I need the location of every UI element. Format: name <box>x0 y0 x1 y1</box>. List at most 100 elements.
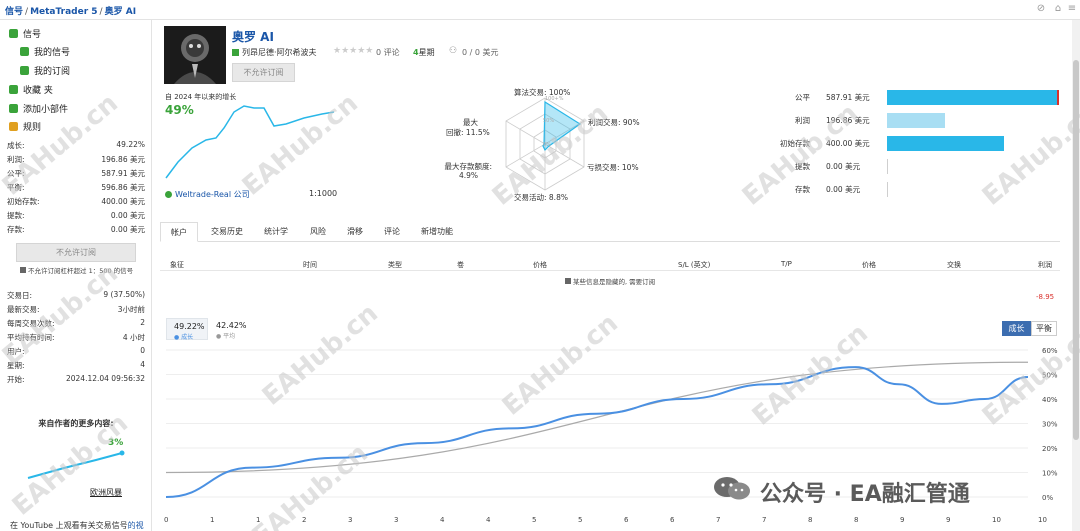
youtube-link[interactable]: 的视 <box>128 521 144 530</box>
y-tick-label: 0% <box>1042 494 1053 502</box>
signal-avatar <box>164 26 226 84</box>
breadcrumb-current[interactable]: 奥罗 AI <box>105 7 136 17</box>
x-tick-label: 7 <box>716 516 720 524</box>
col-type[interactable]: 类型 <box>388 260 402 270</box>
radar-algo-trading: 算法交易: 100% <box>514 88 571 97</box>
sidebar-item-rules[interactable]: 规则 <box>9 119 41 133</box>
info-trades-per-week: 每周交易次数: 2 <box>7 318 145 328</box>
leverage-note: 不允许订阅杠杆超过 1：500 的信号 <box>20 265 133 275</box>
subscription-icon <box>20 65 29 75</box>
bar-label: 公平 <box>795 93 810 102</box>
signal-icon <box>9 28 18 38</box>
bar-value: 0.00 美元 <box>826 162 861 171</box>
radar-loss-trades: 亏损交易: 10% <box>587 163 639 172</box>
col-close-price[interactable]: 价格 <box>862 260 876 270</box>
info-icon <box>20 267 26 273</box>
home-icon[interactable]: ⌂ <box>1052 3 1064 15</box>
col-swap[interactable]: 交换 <box>947 260 961 270</box>
x-tick-label: 10 <box>992 516 1001 524</box>
subscribers-value: 0 / 0 美元 <box>462 48 499 57</box>
x-tick-label: 1 <box>256 516 260 524</box>
x-tick-label: 8 <box>854 516 858 524</box>
profit-total: -8.95 <box>1036 293 1055 301</box>
rules-icon <box>9 121 18 131</box>
footer-brand: 公众号 · EA融汇管通 <box>760 482 970 507</box>
tab-trade-history[interactable]: 交易历史 <box>201 222 253 242</box>
sidebar-item-signals[interactable]: 信号 <box>9 26 41 40</box>
tab-account[interactable]: 帐户 <box>160 222 198 242</box>
legend-average[interactable]: 42.42% ● 平均 <box>212 318 254 340</box>
stat-deposits: 存款: 0.00 美元 <box>7 225 145 234</box>
x-tick-label: 5 <box>578 516 582 524</box>
leverage-value: 1:1000 <box>309 189 338 198</box>
x-tick-label: 9 <box>946 516 950 524</box>
sidebar-item-favorites[interactable]: 收藏 夹 <box>9 82 53 96</box>
header-subscribe-button[interactable]: 不允许订阅 <box>232 63 295 82</box>
radar-deposit-load-value: 4.9% <box>458 171 478 180</box>
col-symbol[interactable]: 象征 <box>170 260 184 270</box>
breadcrumb-signals[interactable]: 信号 <box>5 7 23 17</box>
bar-label: 存款 <box>795 185 810 194</box>
stat-withdrawals: 提款: 0.00 美元 <box>7 211 145 220</box>
broker-icon <box>165 191 172 198</box>
y-tick-label: 30% <box>1042 421 1058 429</box>
bar-fill <box>887 136 1004 151</box>
tab-reviews[interactable]: 评论 <box>374 222 410 242</box>
x-tick-label: 3 <box>348 516 352 524</box>
scrollbar-thumb[interactable] <box>1073 60 1079 440</box>
col-tp[interactable]: T/P <box>781 260 792 268</box>
x-tick-label: 9 <box>900 516 904 524</box>
watermark-text: EAHub.cn <box>976 98 1080 212</box>
scrollbar[interactable] <box>1072 20 1080 531</box>
bar-label: 提款 <box>795 162 810 171</box>
sidebar-subscribe-button[interactable]: 不允许订阅 <box>16 243 136 262</box>
x-tick-label: 7 <box>762 516 766 524</box>
y-tick-label: 10% <box>1042 470 1058 478</box>
mini-signal-chart[interactable] <box>24 448 128 484</box>
toggle-balance[interactable]: 平衡 <box>1031 321 1057 336</box>
lock-icon[interactable]: ⊘ <box>1035 3 1047 15</box>
info-trading-days: 交易日: 9 (37.50%) <box>7 290 145 300</box>
reviews-count[interactable]: 0 评论 <box>376 47 400 58</box>
col-sl[interactable]: S/L (英文) <box>678 260 710 270</box>
col-price[interactable]: 价格 <box>533 260 547 270</box>
x-tick-label: 6 <box>670 516 675 524</box>
breadcrumb-mt5[interactable]: MetaTrader 5 <box>30 7 97 17</box>
tab-statistics[interactable]: 统计学 <box>254 222 298 242</box>
y-tick-label: 50% <box>1042 372 1058 380</box>
tab-slippage[interactable]: 滑移 <box>337 222 373 242</box>
sidebar-item-add-widget[interactable]: 添加小部件 <box>9 101 68 115</box>
x-tick-label: 0 <box>164 516 168 524</box>
wechat-icon <box>714 477 750 500</box>
x-tick-label: 4 <box>440 516 445 524</box>
sidebar-item-my-subscriptions[interactable]: 我的订阅 <box>20 63 70 77</box>
info-last-trade: 最新交易: 3小时前 <box>7 305 145 314</box>
info-weeks: 星期: 4 <box>7 360 145 370</box>
favorites-icon <box>9 84 18 94</box>
col-volume[interactable]: 卷 <box>457 260 464 270</box>
info-users: 用户: 0 <box>7 346 145 356</box>
bar-value: 587.91 美元 <box>826 93 870 102</box>
y-tick-label: 40% <box>1042 396 1058 404</box>
youtube-note: 在 YouTube 上观看有关交易信号的视 <box>10 521 144 530</box>
col-profit[interactable]: 利润 <box>1038 260 1052 270</box>
tab-risks[interactable]: 风险 <box>300 222 336 242</box>
tab-whats-new[interactable]: 新增功能 <box>411 222 463 242</box>
stat-equity: 公平: 587.91 美元 <box>7 169 145 178</box>
top-bar: 信号 / MetaTrader 5/奥罗 AI ⊘ ⌂ ≡ <box>0 0 1080 20</box>
widget-icon <box>9 103 18 113</box>
bar-label: 利润 <box>795 116 810 125</box>
info-avg-holding: 平均持有时间: 4 小时 <box>7 333 145 342</box>
x-tick-label: 3 <box>394 516 398 524</box>
author-name[interactable]: 列昂尼德·阿尔希波夫 <box>242 47 317 58</box>
more-from-author-heading: 来自作者的更多内容: <box>38 419 114 428</box>
legend-growth[interactable]: 49.22% ● 成长 <box>166 318 208 341</box>
y-tick-label: 60% <box>1042 347 1058 355</box>
broker-row[interactable]: Weltrade-Real 公司 <box>165 189 250 200</box>
bar-value: 0.00 美元 <box>826 185 861 194</box>
col-time[interactable]: 时间 <box>303 260 317 270</box>
menu-icon[interactable]: ≡ <box>1066 3 1078 15</box>
toggle-growth[interactable]: 成长 <box>1002 321 1031 336</box>
x-tick-label: 4 <box>486 516 491 524</box>
sidebar-item-my-signals[interactable]: 我的信号 <box>20 44 70 58</box>
